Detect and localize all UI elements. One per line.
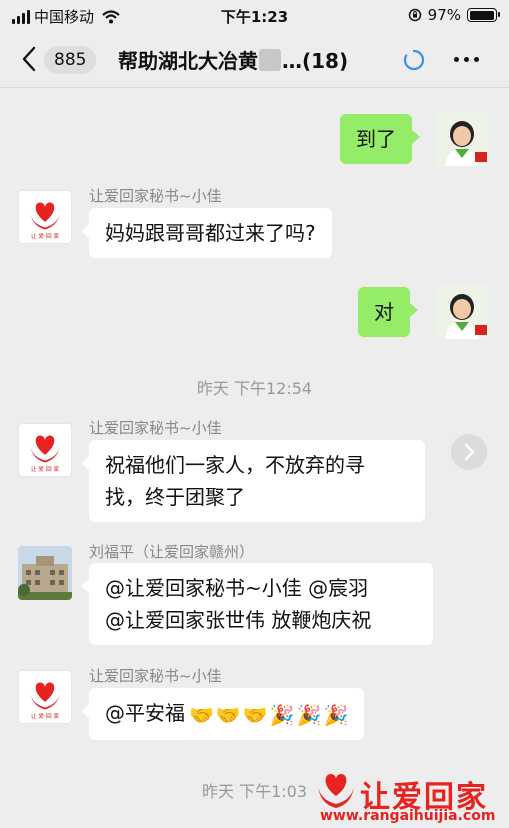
avatar-logo-text: 让 爱 回 家 bbox=[31, 712, 60, 720]
message-line: 找，终于团聚了 bbox=[105, 485, 245, 509]
loading-spinner-icon bbox=[403, 49, 425, 71]
more-options-icon[interactable] bbox=[454, 57, 479, 62]
message-line: @让爱回家秘书~小佳 @宸羽 bbox=[105, 576, 369, 600]
handshake-emoji: 🤝 bbox=[189, 702, 214, 727]
message-bubble-self[interactable]: 对 bbox=[358, 287, 418, 337]
party-popper-emoji: 🎉 bbox=[296, 702, 322, 727]
sender-name: 刘福平（让爱回家赣州） bbox=[89, 543, 255, 561]
timestamp: 昨天 下午12:54 bbox=[196, 379, 313, 398]
avatar-logo-text: 让 爱 回 家 bbox=[31, 232, 60, 240]
redacted-block bbox=[259, 49, 281, 71]
battery-icon bbox=[467, 8, 500, 22]
sender-avatar[interactable]: 让 爱 回 家 bbox=[18, 423, 72, 477]
message-bubble-other[interactable]: 妈妈跟哥哥都过来了吗? bbox=[81, 208, 332, 258]
watermark-url: www.rangaihuijia.com bbox=[320, 808, 496, 824]
emoji-row: 🤝 🤝 🤝 🎉 🎉 🎉 bbox=[189, 699, 348, 731]
party-popper-emoji: 🎉 bbox=[323, 702, 349, 727]
status-right: 97% bbox=[408, 6, 500, 24]
avatar-logo-text: 让 爱 回 家 bbox=[31, 465, 60, 473]
sender-name: 让爱回家秘书~小佳 bbox=[89, 419, 222, 437]
chat-title: 帮助湖北大冶黄 …(18) bbox=[118, 45, 348, 74]
self-avatar[interactable] bbox=[435, 285, 489, 339]
chat-title-prefix: 帮助湖北大冶黄 bbox=[118, 49, 258, 73]
chat-header: 885 帮助湖北大冶黄 …(18) bbox=[0, 30, 509, 88]
sender-name: 让爱回家秘书~小佳 bbox=[89, 667, 222, 685]
chat-title-suffix: …(18) bbox=[282, 49, 349, 73]
message-bubble-other[interactable]: 祝福他们一家人，不放弃的寻 找，终于团聚了 bbox=[81, 440, 425, 522]
message-bubble-self[interactable]: 到了 bbox=[340, 114, 420, 164]
message-line: 祝福他们一家人，不放弃的寻 bbox=[105, 453, 365, 477]
watermark-logo: 让爱回家 www.rangaihuijia.com bbox=[312, 770, 507, 828]
message-bubble-other[interactable]: @让爱回家秘书~小佳 @宸羽 @让爱回家张世伟 放鞭炮庆祝 bbox=[81, 563, 433, 645]
battery-percent: 97% bbox=[427, 6, 461, 24]
unread-count-badge[interactable]: 885 bbox=[44, 46, 97, 74]
sender-avatar[interactable] bbox=[18, 546, 72, 600]
chevron-right-icon bbox=[464, 443, 475, 461]
sender-avatar[interactable]: 让 爱 回 家 bbox=[18, 670, 72, 724]
sender-name: 让爱回家秘书~小佳 bbox=[89, 187, 222, 205]
handshake-emoji: 🤝 bbox=[242, 702, 268, 727]
sender-avatar[interactable]: 让 爱 回 家 bbox=[18, 190, 72, 244]
orientation-lock-icon bbox=[408, 8, 421, 22]
message-bubble-other[interactable]: @平安福 🤝 🤝 🤝 🎉 🎉 🎉 bbox=[80, 688, 365, 740]
message-line: @让爱回家张世伟 放鞭炮庆祝 bbox=[105, 608, 372, 632]
party-popper-emoji: 🎉 bbox=[269, 702, 295, 727]
heart-hands-icon bbox=[318, 774, 354, 808]
status-bar: 中国移动 下午1:23 97% bbox=[0, 0, 509, 30]
forward-button[interactable] bbox=[451, 434, 487, 470]
message-text: @平安福 bbox=[105, 701, 185, 725]
handshake-emoji: 🤝 bbox=[215, 702, 241, 727]
self-avatar[interactable] bbox=[435, 112, 489, 166]
back-arrow-icon[interactable] bbox=[20, 44, 38, 74]
